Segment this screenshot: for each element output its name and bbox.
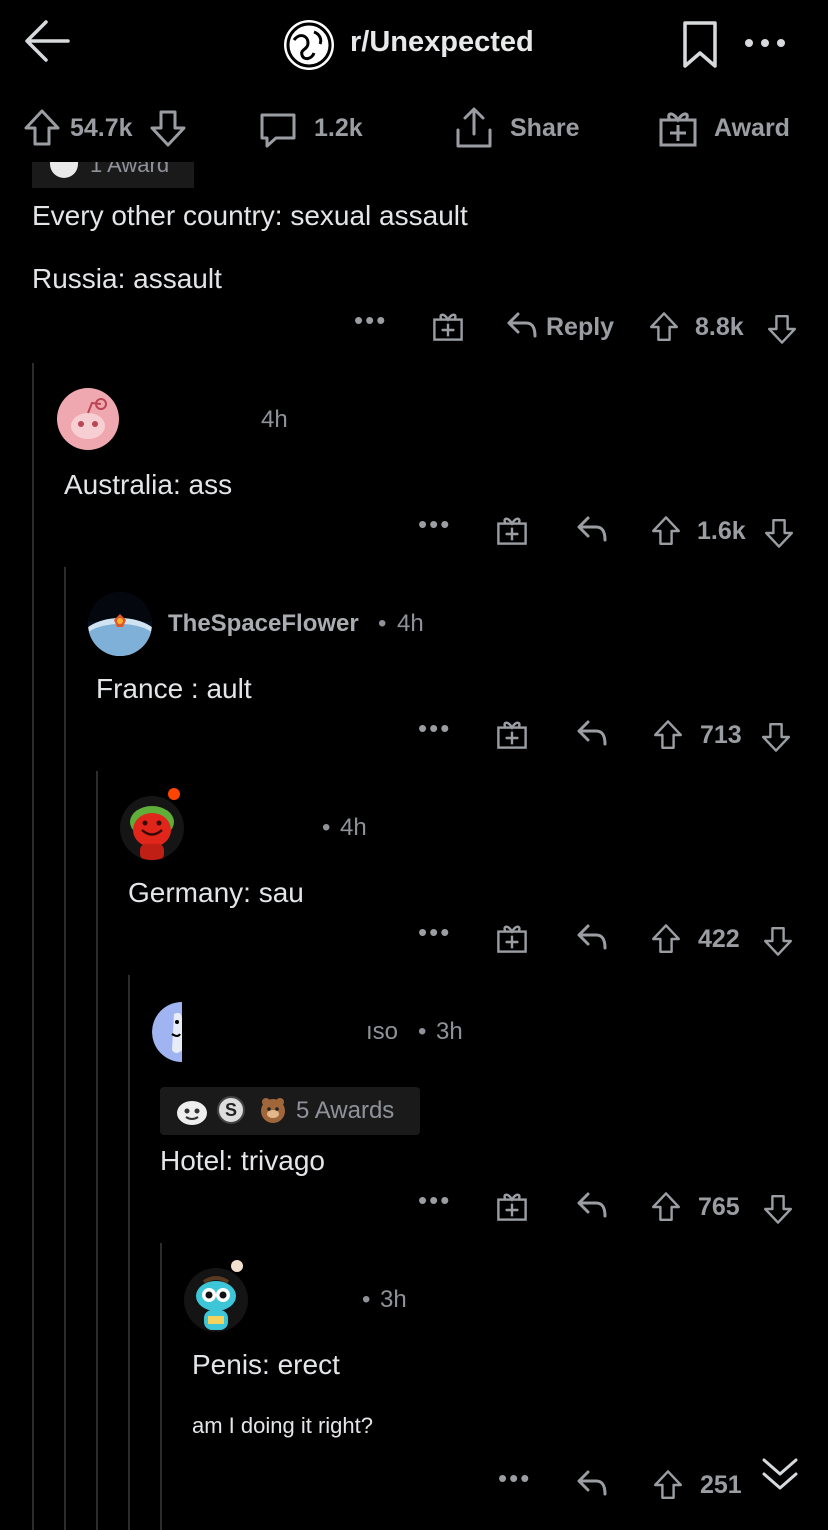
- comment-time: 4h: [397, 610, 424, 637]
- online-indicator: [168, 788, 180, 800]
- downvote-arrow-icon[interactable]: [766, 312, 798, 346]
- comment-bubble-icon[interactable]: [258, 110, 298, 150]
- thread-line[interactable]: [96, 771, 98, 1530]
- meta-separator: •: [378, 610, 387, 637]
- meta-separator: •: [418, 1018, 427, 1045]
- award-label[interactable]: Award: [714, 114, 790, 143]
- more-dots-icon[interactable]: •••: [418, 917, 451, 948]
- svg-text:S: S: [225, 1100, 237, 1120]
- comment-text: Penis: erect: [192, 1349, 340, 1380]
- upvote-arrow-icon[interactable]: [648, 310, 680, 344]
- gift-award-icon[interactable]: [432, 310, 464, 342]
- award-icon: S: [216, 1095, 246, 1125]
- upvote-arrow-icon[interactable]: [652, 1468, 684, 1502]
- downvote-arrow-icon[interactable]: [763, 516, 795, 550]
- thread-line[interactable]: [128, 975, 130, 1530]
- comment-text: Germany: sau: [128, 877, 304, 908]
- award-icon: [258, 1095, 288, 1125]
- subreddit-icon[interactable]: [284, 20, 334, 70]
- upvote-arrow-icon[interactable]: [652, 718, 684, 752]
- comment-score: 713: [700, 721, 742, 749]
- downvote-arrow-icon[interactable]: [760, 720, 792, 754]
- comment-text: Every other country: sexual assault: [32, 200, 468, 231]
- comment-score: 422: [698, 925, 740, 953]
- upvote-arrow-icon[interactable]: [22, 108, 62, 148]
- comment-text: France : ault: [96, 673, 252, 704]
- online-indicator: [231, 1260, 243, 1272]
- avatar[interactable]: [120, 796, 184, 860]
- reply-arrow-icon[interactable]: [576, 1190, 608, 1220]
- back-arrow-icon[interactable]: [22, 18, 72, 64]
- comment-score: 765: [698, 1193, 740, 1221]
- awards-badge[interactable]: S 5 Awards: [160, 1087, 420, 1135]
- comment-score: 1.6k: [697, 517, 746, 545]
- comment-author[interactable]: TheSpaceFlower: [168, 610, 359, 638]
- comment-time: 3h: [380, 1286, 407, 1313]
- gift-award-icon[interactable]: [496, 1190, 528, 1222]
- comment-text: Russia: assault: [32, 263, 222, 294]
- gift-award-icon[interactable]: [658, 108, 698, 148]
- avatar[interactable]: [152, 1000, 216, 1064]
- reply-arrow-icon[interactable]: [576, 514, 608, 544]
- thread-line[interactable]: [32, 363, 34, 1530]
- share-icon[interactable]: [454, 106, 494, 150]
- comment-score: 8.8k: [695, 313, 744, 341]
- comment-time: 4h: [340, 814, 367, 841]
- thread-line[interactable]: [64, 567, 66, 1530]
- upvote-arrow-icon[interactable]: [650, 514, 682, 548]
- downvote-arrow-icon[interactable]: [762, 1192, 794, 1226]
- avatar[interactable]: [184, 1268, 248, 1332]
- downvote-arrow-icon[interactable]: [762, 924, 794, 958]
- more-dots-icon[interactable]: •••: [498, 1463, 531, 1494]
- comment-time: 3h: [436, 1018, 463, 1045]
- subreddit-title[interactable]: r/Unexpected: [350, 26, 534, 59]
- comment-text: Hotel: trivago: [160, 1145, 325, 1176]
- reply-button[interactable]: Reply: [546, 313, 614, 342]
- more-dots-icon[interactable]: [744, 36, 786, 50]
- meta-separator: •: [322, 814, 331, 841]
- thread-line[interactable]: [160, 1243, 162, 1530]
- post-score: 54.7k: [70, 114, 133, 142]
- upvote-arrow-icon[interactable]: [650, 1190, 682, 1224]
- reply-arrow-icon[interactable]: [576, 1468, 608, 1498]
- comment-time: 4h: [261, 406, 288, 433]
- comment-score: 251: [700, 1471, 742, 1499]
- more-dots-icon[interactable]: •••: [418, 509, 451, 540]
- gift-award-icon[interactable]: [496, 922, 528, 954]
- reply-arrow-icon[interactable]: [506, 310, 538, 340]
- downvote-arrow-icon[interactable]: [148, 108, 188, 148]
- more-dots-icon[interactable]: •••: [418, 713, 451, 744]
- more-dots-icon[interactable]: •••: [354, 305, 387, 336]
- avatar[interactable]: [88, 592, 152, 656]
- share-label[interactable]: Share: [510, 114, 579, 143]
- reply-arrow-icon[interactable]: [576, 922, 608, 952]
- gift-award-icon[interactable]: [496, 514, 528, 546]
- gift-award-icon[interactable]: [496, 718, 528, 750]
- meta-separator: •: [362, 1286, 371, 1313]
- bookmark-icon[interactable]: [682, 20, 718, 70]
- awards-count: 5 Awards: [296, 1097, 395, 1124]
- upvote-arrow-icon[interactable]: [650, 922, 682, 956]
- avatar[interactable]: [57, 388, 119, 450]
- more-dots-icon[interactable]: •••: [418, 1185, 451, 1216]
- comment-author[interactable]: ıso: [366, 1018, 398, 1046]
- comment-text: Australia: ass: [64, 469, 233, 500]
- comment-text-small: am I doing it right?: [192, 1413, 373, 1438]
- comment-count: 1.2k: [314, 114, 363, 142]
- collapse-chevrons-icon[interactable]: [760, 1454, 800, 1494]
- reply-arrow-icon[interactable]: [576, 718, 608, 748]
- award-icon: [176, 1098, 208, 1126]
